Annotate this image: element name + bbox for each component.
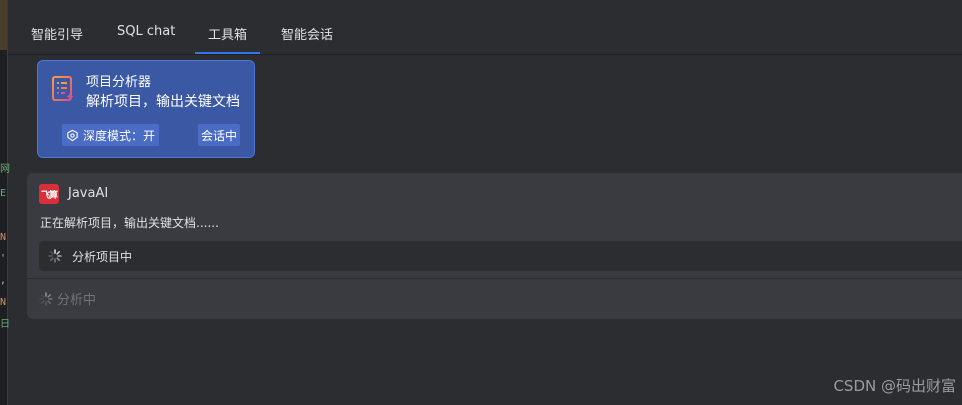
editor-highlight xyxy=(0,0,7,50)
javaai-logo: 飞算 xyxy=(39,184,59,204)
editor-glyph: 日 xyxy=(0,319,10,330)
tool-description: 解析项目，输出关键文档 xyxy=(86,94,240,110)
chat-message: 飞算 JavaAI 正在解析项目，输出关键文档...... 分析项目中 分析中 xyxy=(27,173,962,319)
watermark: CSDN @码出财富 xyxy=(833,377,956,395)
ai-assistant-panel: 网 E N ' , N 日 智能引导 SQL chat 工具箱 智能会话 项目分… xyxy=(0,0,962,405)
message-text: 正在解析项目，输出关键文档...... xyxy=(40,216,219,230)
deep-mode-toggle[interactable]: 深度模式：开 xyxy=(62,124,160,146)
editor-gutter: 网 E N ' , N 日 xyxy=(0,0,10,405)
progress-step: 分析项目中 xyxy=(39,241,962,271)
session-status-button[interactable]: 会话中 xyxy=(198,124,241,146)
editor-glyph: E xyxy=(0,188,7,199)
editor-glyph: 网 xyxy=(0,164,10,175)
bot-name: JavaAI xyxy=(68,186,109,201)
brain-icon xyxy=(67,129,78,141)
tab-smart-session[interactable]: 智能会话 xyxy=(281,24,333,43)
editor-glyph: ' xyxy=(0,253,7,264)
editor-glyph: N xyxy=(0,297,7,308)
divider xyxy=(27,278,962,279)
loading-spinner-icon xyxy=(48,249,62,263)
tab-toolbox[interactable]: 工具箱 xyxy=(194,24,261,54)
progress-label: 分析项目中 xyxy=(72,250,133,264)
tab-sql-chat[interactable]: SQL chat xyxy=(117,24,175,39)
tab-bar: 智能引导 SQL chat 工具箱 智能会话 xyxy=(8,14,962,55)
loading-spinner-icon xyxy=(39,291,53,306)
document-list-icon xyxy=(52,76,74,101)
status-label: 分析中 xyxy=(57,293,97,308)
analysis-status: 分析中 xyxy=(39,289,96,308)
deep-mode-label: 深度模式：开 xyxy=(83,128,156,143)
editor-glyph: , xyxy=(0,275,7,286)
tool-title: 项目分析器 xyxy=(86,75,152,90)
project-analyzer-card[interactable]: 项目分析器 解析项目，输出关键文档 深度模式：开 会话中 xyxy=(37,60,255,158)
tab-smart-guide[interactable]: 智能引导 xyxy=(31,24,83,43)
session-label: 会话中 xyxy=(201,128,238,143)
editor-glyph: N xyxy=(0,232,7,243)
